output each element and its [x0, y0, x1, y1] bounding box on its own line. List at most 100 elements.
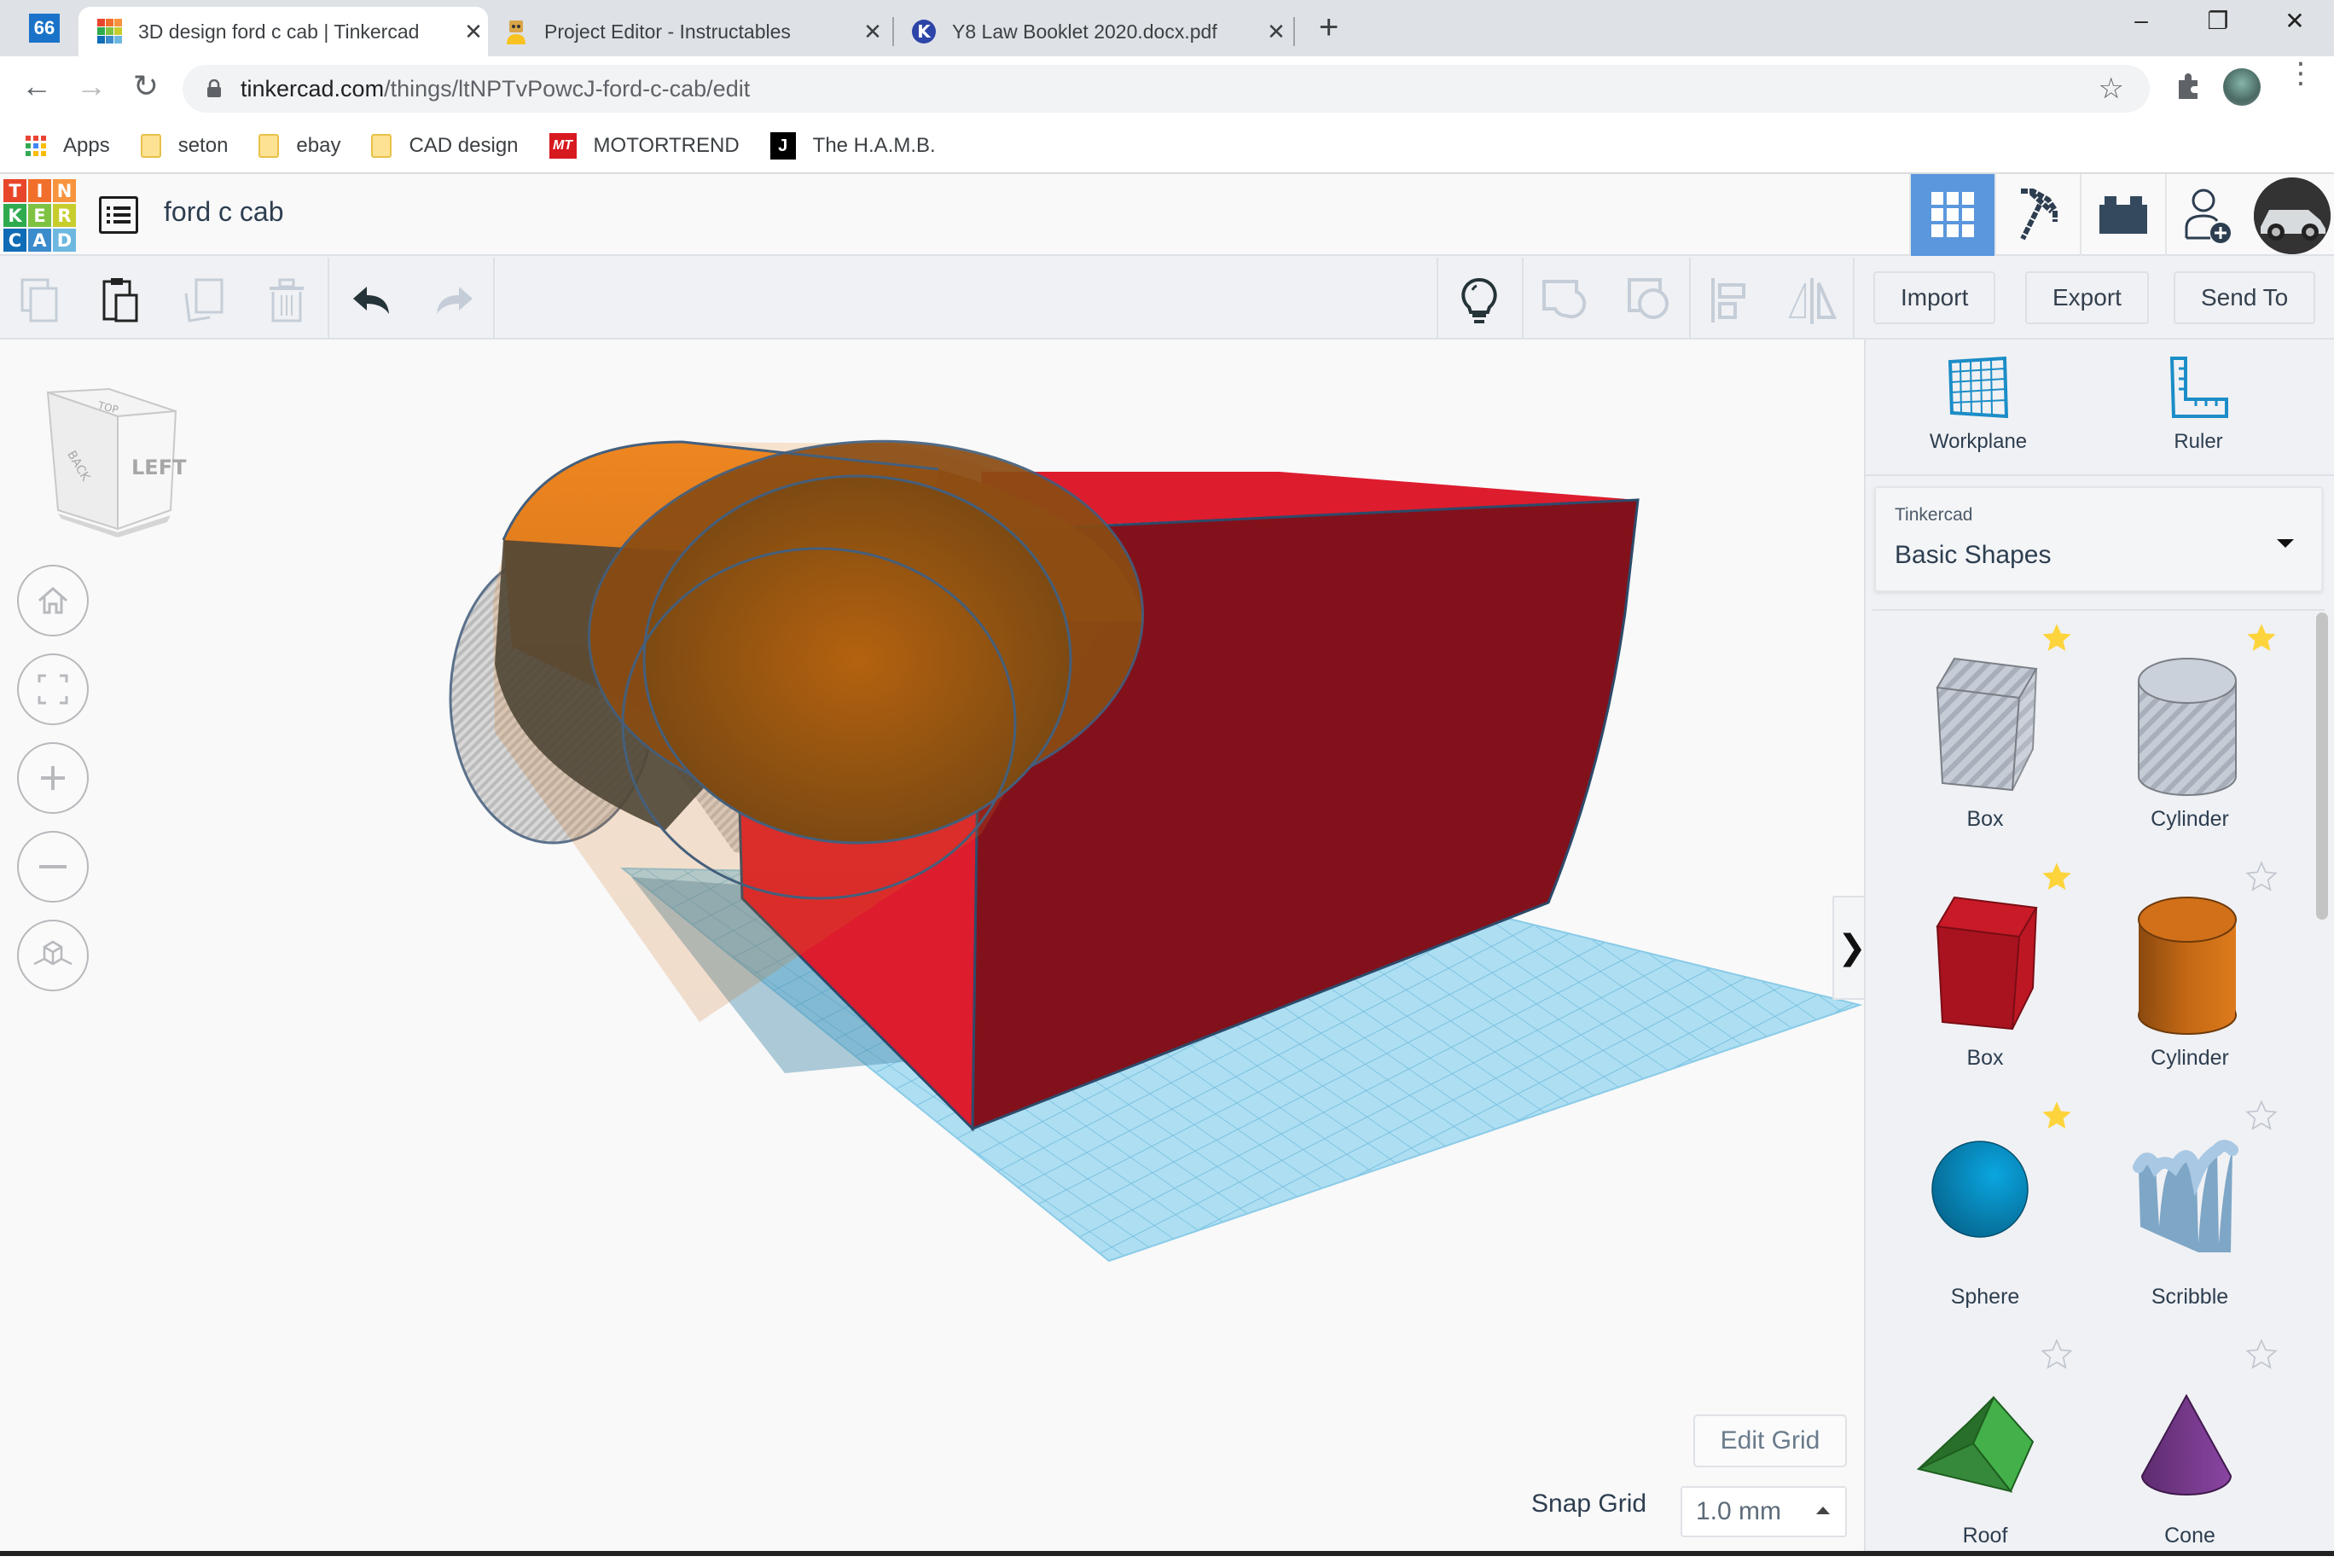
instructables-robot-icon — [507, 20, 525, 44]
duplicate-button[interactable] — [181, 276, 229, 322]
bookmark-cad-design[interactable]: CAD design — [371, 134, 519, 158]
logo-letter: D — [53, 229, 76, 252]
fit-view-button[interactable] — [17, 653, 89, 725]
zoom-in-button[interactable] — [17, 742, 89, 814]
extensions-puzzle-icon[interactable] — [2174, 72, 2203, 105]
favorite-star-outline-icon[interactable] — [2244, 860, 2279, 894]
new-tab-button[interactable]: + — [1319, 9, 1338, 47]
favorite-star-icon[interactable] — [2040, 621, 2074, 655]
toolbar-divider — [1437, 258, 1438, 338]
ortho-view-button[interactable] — [17, 920, 89, 991]
paste-icon — [102, 278, 138, 322]
send-to-button[interactable]: Send To — [2174, 271, 2316, 324]
window-close-button[interactable]: ✕ — [2269, 7, 2320, 35]
import-button[interactable]: Import — [1873, 271, 1996, 324]
favorite-star-icon[interactable] — [2244, 621, 2279, 655]
shape-library-select[interactable]: Tinkercad Basic Shapes — [1874, 486, 2323, 592]
shapes-scrollbar[interactable] — [2316, 613, 2328, 920]
tab-separator — [1293, 17, 1295, 46]
user-avatar[interactable] — [2254, 177, 2331, 254]
copy-button[interactable] — [17, 276, 65, 322]
favorite-star-icon[interactable] — [2040, 860, 2074, 894]
restore-button[interactable]: ❐ — [2192, 7, 2244, 35]
shape-cylinder[interactable]: Cylinder — [2087, 860, 2292, 1090]
folder-icon — [258, 134, 280, 158]
tinkercad-logo[interactable]: TIN KER CAD — [3, 179, 76, 252]
pinned-tab[interactable]: 66 — [29, 14, 60, 43]
svg-text:K: K — [917, 21, 932, 42]
bookmark-hamb[interactable]: J The H.A.M.B. — [769, 132, 936, 160]
edit-grid-button[interactable]: Edit Grid — [1693, 1414, 1847, 1467]
export-button[interactable]: Export — [2025, 271, 2149, 324]
shape-cone[interactable]: Cone — [2087, 1338, 2292, 1568]
group-button[interactable] — [1541, 276, 1588, 321]
design-title[interactable]: ford c cab — [164, 196, 284, 228]
bookmark-label: ebay — [296, 134, 341, 157]
back-button[interactable]: ← — [15, 68, 58, 104]
shape-scribble[interactable]: Scribble — [2087, 1099, 2292, 1329]
undo-button[interactable] — [350, 276, 398, 321]
grid-view-icon — [1931, 192, 1974, 237]
add-user-icon — [2185, 189, 2231, 243]
favorite-star-icon[interactable] — [2040, 1099, 2074, 1133]
bricks-button[interactable] — [2080, 174, 2165, 256]
home-view-button[interactable] — [17, 565, 89, 636]
shape-sphere[interactable]: Sphere — [1883, 1099, 2087, 1329]
bookmark-seton[interactable]: seton — [140, 134, 228, 158]
ruler-tool[interactable]: Ruler — [2113, 357, 2284, 454]
shape-label: Cone — [2164, 1524, 2215, 1548]
workplane-tool[interactable]: Workplane — [1893, 357, 2064, 454]
back-arrow-icon: ← — [21, 68, 52, 103]
profile-avatar[interactable] — [2223, 68, 2261, 106]
tab-instructables[interactable]: Project Editor - Instructables ✕ — [503, 7, 887, 56]
tab-pdf[interactable]: K Y8 Law Booklet 2020.docx.pdf ✕ — [911, 7, 1291, 56]
tinkercad-icon — [97, 19, 122, 44]
3d-viewport[interactable]: LEFT BACK TOP ❯ Edit Grid Snap Grid 1.0 … — [0, 340, 1864, 1556]
shape-label: Roof — [1962, 1524, 2008, 1548]
codeblocks-button[interactable] — [1994, 174, 2080, 256]
list-icon — [107, 206, 131, 224]
tab-close-button[interactable]: ✕ — [459, 19, 488, 45]
reload-button[interactable]: ↻ — [125, 68, 167, 104]
pickaxe-icon — [2020, 189, 2058, 241]
tab-tinkercad[interactable]: 3D design ford c cab | Tinkercad ✕ — [78, 7, 488, 56]
snap-grid-select[interactable]: 1.0 mm — [1681, 1486, 1847, 1537]
ungroup-button[interactable] — [1626, 276, 1674, 321]
favorite-star-outline-icon[interactable] — [2244, 1099, 2279, 1133]
tab-close-button[interactable]: ✕ — [1262, 19, 1291, 45]
delete-button[interactable] — [263, 276, 311, 322]
favorite-star-outline-icon[interactable] — [2244, 1338, 2279, 1372]
chrome-menu-icon[interactable]: ⋮ — [2286, 59, 2315, 88]
view-cube[interactable]: LEFT BACK TOP — [46, 387, 187, 537]
logo-letter: R — [53, 204, 76, 227]
shape-box-hole[interactable]: Box — [1883, 621, 2087, 851]
tab-close-button[interactable]: ✕ — [858, 19, 887, 45]
tab-title: Project Editor - Instructables — [544, 20, 791, 43]
paste-button[interactable] — [97, 276, 145, 322]
collapse-panel-button[interactable]: ❯ — [1832, 896, 1864, 1000]
minimize-button[interactable]: – — [2116, 7, 2167, 34]
bookmark-ebay[interactable]: ebay — [258, 134, 340, 158]
bookmark-motortrend[interactable]: MT MOTORTREND — [549, 133, 740, 159]
panel-divider — [1866, 474, 2334, 476]
redo-button[interactable] — [428, 276, 476, 321]
bookmark-star-icon[interactable]: ☆ — [2099, 72, 2124, 106]
align-button[interactable] — [1708, 276, 1756, 322]
logo-letter: N — [53, 179, 76, 202]
car-photo-icon — [2254, 177, 2331, 254]
3d-design-view-button[interactable] — [1909, 174, 1994, 256]
3d-scene[interactable]: LEFT BACK TOP — [0, 340, 1864, 1556]
design-list-button[interactable] — [99, 196, 138, 234]
url-bar[interactable]: tinkercad.com/things/ltNPTvPowcJ-ford-c-… — [183, 65, 2150, 113]
invite-user-button[interactable] — [2165, 174, 2250, 256]
zoom-out-button[interactable] — [17, 831, 89, 903]
notes-button[interactable] — [1455, 276, 1503, 323]
shape-roof[interactable]: Roof — [1883, 1338, 2087, 1568]
favorite-star-outline-icon[interactable] — [2040, 1338, 2074, 1372]
bookmark-apps[interactable]: Apps — [26, 134, 110, 158]
mirror-button[interactable] — [1786, 276, 1838, 324]
shape-cylinder-hole[interactable]: Cylinder — [2087, 621, 2292, 851]
forward-button[interactable]: → — [70, 68, 113, 104]
copy-icon — [20, 278, 58, 322]
shape-box[interactable]: Box — [1883, 860, 2087, 1090]
